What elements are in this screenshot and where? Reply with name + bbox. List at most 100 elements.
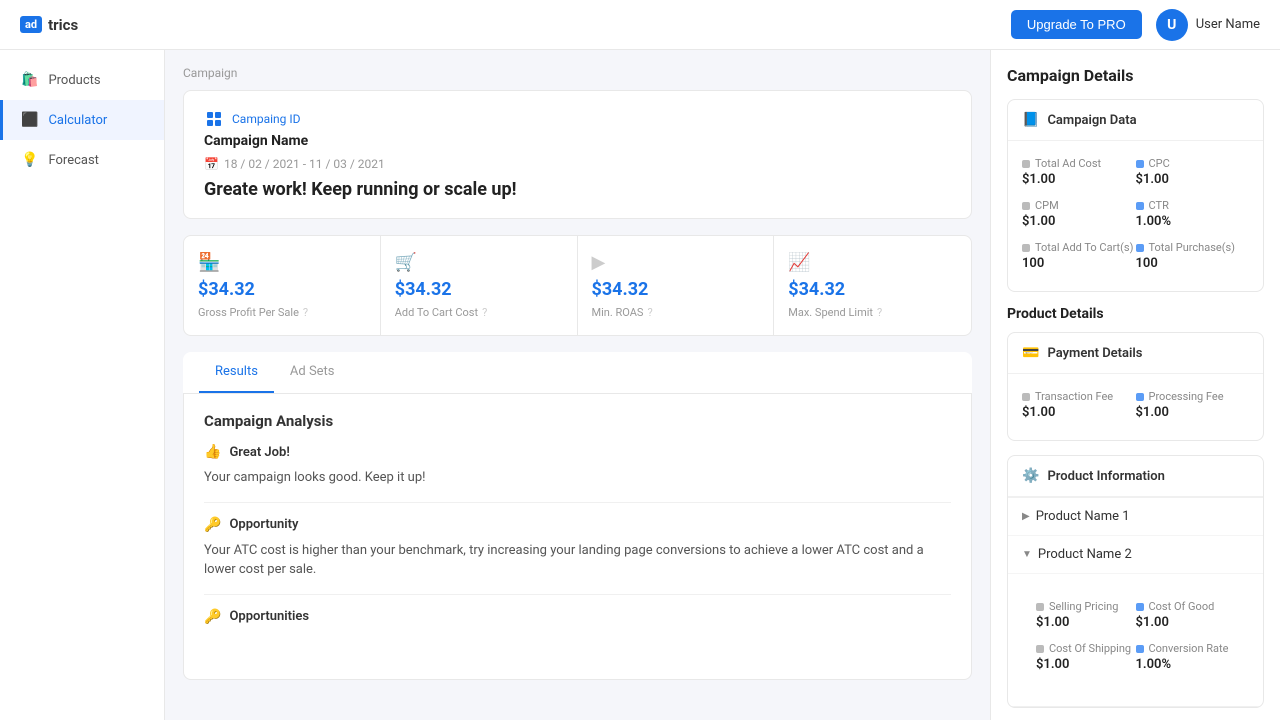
product-info-icon: ⚙️ <box>1022 468 1039 484</box>
campaign-data-title: Campaign Data <box>1047 113 1136 128</box>
analysis-header: 🔑 Opportunity <box>204 517 951 533</box>
stat-value: $34.32 <box>395 279 563 300</box>
campaign-card: Campaing ID Campaign Name 📅 18 / 02 / 20… <box>183 90 972 219</box>
tabs-bar: Results Ad Sets <box>183 352 972 394</box>
tab-adsets[interactable]: Ad Sets <box>274 352 351 393</box>
cursor-icon: ▶ <box>592 252 760 273</box>
panel-title: Campaign Details <box>1007 66 1264 85</box>
analysis-header: 🔑 Opportunities <box>204 609 951 625</box>
user-name: User Name <box>1196 17 1260 32</box>
analysis-section-opportunities: 🔑 Opportunities <box>204 609 951 647</box>
sidebar-item-calculator[interactable]: ⬛ Calculator <box>0 100 164 140</box>
content-area: Campaign Campaing ID Campaign Name 📅 18 … <box>165 50 990 720</box>
metric-dot <box>1022 202 1030 210</box>
product-accordion-item-1[interactable]: ▶ Product Name 1 <box>1008 498 1263 536</box>
product-details-title: Product Details <box>1007 306 1264 322</box>
sidebar: 🛍️ Products ⬛ Calculator 💡 Forecast <box>0 50 165 720</box>
metric-dot <box>1136 202 1144 210</box>
payment-details-title: Payment Details <box>1047 346 1142 361</box>
logo: ad trics <box>20 16 78 34</box>
facebook-icon: 📘 <box>1022 112 1039 128</box>
right-panel: Campaign Details 📘 Campaign Data Total A… <box>990 50 1280 720</box>
metric-dot <box>1136 160 1144 168</box>
calendar-icon: 📅 <box>204 157 219 171</box>
help-icon: ? <box>482 306 487 319</box>
campaign-headline: Greate work! Keep running or scale up! <box>204 179 951 200</box>
analysis-section-title: Opportunities <box>229 609 309 624</box>
metric-processing-fee: Processing Fee $1.00 <box>1136 384 1250 426</box>
metric-transaction-fee: Transaction Fee $1.00 <box>1022 384 1136 426</box>
metric-dot <box>1022 244 1030 252</box>
forecast-icon: 💡 <box>21 152 38 168</box>
product-name-1: Product Name 1 <box>1036 509 1130 524</box>
stat-value: $34.32 <box>198 279 366 300</box>
logo-text: trics <box>48 16 78 34</box>
payment-details-section: 💳 Payment Details Transaction Fee $1.00 … <box>1007 332 1264 441</box>
payment-icon: 💳 <box>1022 345 1039 361</box>
product-accordion-item-2[interactable]: ▼ Product Name 2 <box>1008 536 1263 574</box>
analysis-section-greatjob: 👍 Great Job! Your campaign looks good. K… <box>204 444 951 503</box>
expanded-metrics-grid: Selling Pricing $1.00 Cost Of Good $1.00 <box>1022 584 1249 692</box>
thumbs-up-icon: 👍 <box>204 444 221 460</box>
analysis-header: 👍 Great Job! <box>204 444 951 460</box>
product-expanded-metrics: Selling Pricing $1.00 Cost Of Good $1.00 <box>1008 574 1263 707</box>
date-range: 18 / 02 / 2021 - 11 / 03 / 2021 <box>224 157 385 171</box>
nav-right: Upgrade To PRO U User Name <box>1011 9 1260 41</box>
metric-dot <box>1036 645 1044 653</box>
logo-badge: ad <box>20 16 42 33</box>
analysis-card: Campaign Analysis 👍 Great Job! Your camp… <box>183 394 972 680</box>
campaign-name: Campaign Name <box>204 133 951 149</box>
chevron-down-icon: ▼ <box>1022 549 1032 560</box>
key-icon: 🔑 <box>204 517 221 533</box>
analysis-text: Your ATC cost is higher than your benchm… <box>204 541 951 580</box>
calculator-icon: ⬛ <box>21 112 38 128</box>
analysis-section-title: Opportunity <box>229 517 298 532</box>
metric-cost-of-shipping: Cost Of Shipping $1.00 <box>1036 636 1136 678</box>
key2-icon: 🔑 <box>204 609 221 625</box>
product-information-section: ⚙️ Product Information ▶ Product Name 1 … <box>1007 455 1264 708</box>
help-icon: ? <box>647 306 652 319</box>
metric-ctr: CTR 1.00% <box>1136 193 1250 235</box>
product-information-header: ⚙️ Product Information <box>1008 456 1263 497</box>
upgrade-button[interactable]: Upgrade To PRO <box>1011 10 1142 39</box>
tab-results[interactable]: Results <box>199 352 274 393</box>
help-icon: ? <box>877 306 882 319</box>
sidebar-item-products[interactable]: 🛍️ Products <box>0 60 164 100</box>
stat-label: Max. Spend Limit ? <box>788 306 957 319</box>
payment-details-header: 💳 Payment Details <box>1008 333 1263 374</box>
analysis-section-title: Great Job! <box>229 445 289 460</box>
metric-cpm: CPM $1.00 <box>1022 193 1136 235</box>
metric-total-purchases: Total Purchase(s) 100 <box>1136 235 1250 277</box>
sidebar-item-label: Calculator <box>48 113 107 128</box>
sidebar-item-forecast[interactable]: 💡 Forecast <box>0 140 164 180</box>
metric-total-atc: Total Add To Cart(s) 100 <box>1022 235 1136 277</box>
stat-min-roas: ▶ $34.32 Min. ROAS ? <box>578 236 775 335</box>
metric-selling-pricing: Selling Pricing $1.00 <box>1036 594 1136 636</box>
stat-label: Gross Profit Per Sale ? <box>198 306 366 319</box>
stat-atc-cost: 🛒 $34.32 Add To Cart Cost ? <box>381 236 578 335</box>
campaign-data-header: 📘 Campaign Data <box>1008 100 1263 141</box>
metric-cpc: CPC $1.00 <box>1136 151 1250 193</box>
payment-details-grid: Transaction Fee $1.00 Processing Fee $1.… <box>1008 374 1263 440</box>
campaign-data-grid: Total Ad Cost $1.00 CPC $1.00 CPM <box>1008 141 1263 291</box>
store-icon: 🏪 <box>198 252 366 273</box>
sidebar-item-label: Forecast <box>48 153 98 168</box>
analysis-title: Campaign Analysis <box>204 412 951 430</box>
topnav: ad trics Upgrade To PRO U User Name <box>0 0 1280 50</box>
campaign-id-row: Campaing ID <box>204 109 951 129</box>
shopping-bag-icon: 🛍️ <box>21 72 38 88</box>
metric-dot <box>1136 393 1144 401</box>
stat-value: $34.32 <box>592 279 760 300</box>
product-information-title: Product Information <box>1047 469 1164 484</box>
campaign-id-icon <box>204 109 224 129</box>
stat-label: Add To Cart Cost ? <box>395 306 563 319</box>
avatar: U <box>1156 9 1188 41</box>
campaign-label: Campaign <box>183 66 972 80</box>
chevron-right-icon: ▶ <box>1022 511 1030 522</box>
stats-row: 🏪 $34.32 Gross Profit Per Sale ? 🛒 $34.3… <box>183 235 972 336</box>
main-layout: 🛍️ Products ⬛ Calculator 💡 Forecast Camp… <box>0 50 1280 720</box>
help-icon: ? <box>303 306 308 319</box>
stat-label: Min. ROAS ? <box>592 306 760 319</box>
stat-max-spend: 📈 $34.32 Max. Spend Limit ? <box>774 236 971 335</box>
trend-icon: 📈 <box>788 252 957 273</box>
